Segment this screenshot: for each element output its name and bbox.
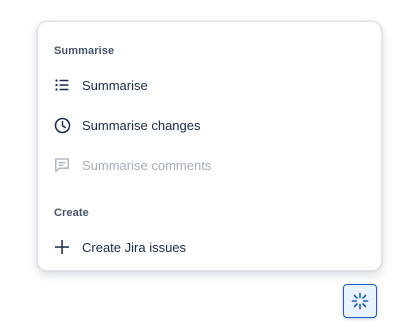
- menu-item-create-jira-issues[interactable]: Create Jira issues: [38, 230, 381, 264]
- menu-item-summarise-comments: Summarise comments: [38, 148, 381, 182]
- ai-assistant-button[interactable]: [343, 284, 377, 318]
- section-heading-create: Create: [54, 207, 89, 219]
- menu-item-summarise-changes[interactable]: Summarise changes: [38, 108, 381, 142]
- ai-actions-menu: Summarise Summarise Summarise changes Su…: [37, 21, 382, 271]
- ai-sparkle-icon: [351, 292, 369, 310]
- list-icon: [53, 76, 71, 94]
- menu-item-label: Summarise: [82, 77, 148, 93]
- menu-item-summarise[interactable]: Summarise: [38, 68, 381, 102]
- menu-item-label: Summarise changes: [82, 117, 201, 133]
- plus-icon: [53, 238, 71, 256]
- comment-icon: [53, 156, 71, 174]
- clock-icon: [53, 116, 71, 134]
- menu-item-label: Summarise comments: [82, 157, 212, 173]
- section-heading-summarise: Summarise: [54, 45, 115, 57]
- menu-item-label: Create Jira issues: [82, 239, 187, 255]
